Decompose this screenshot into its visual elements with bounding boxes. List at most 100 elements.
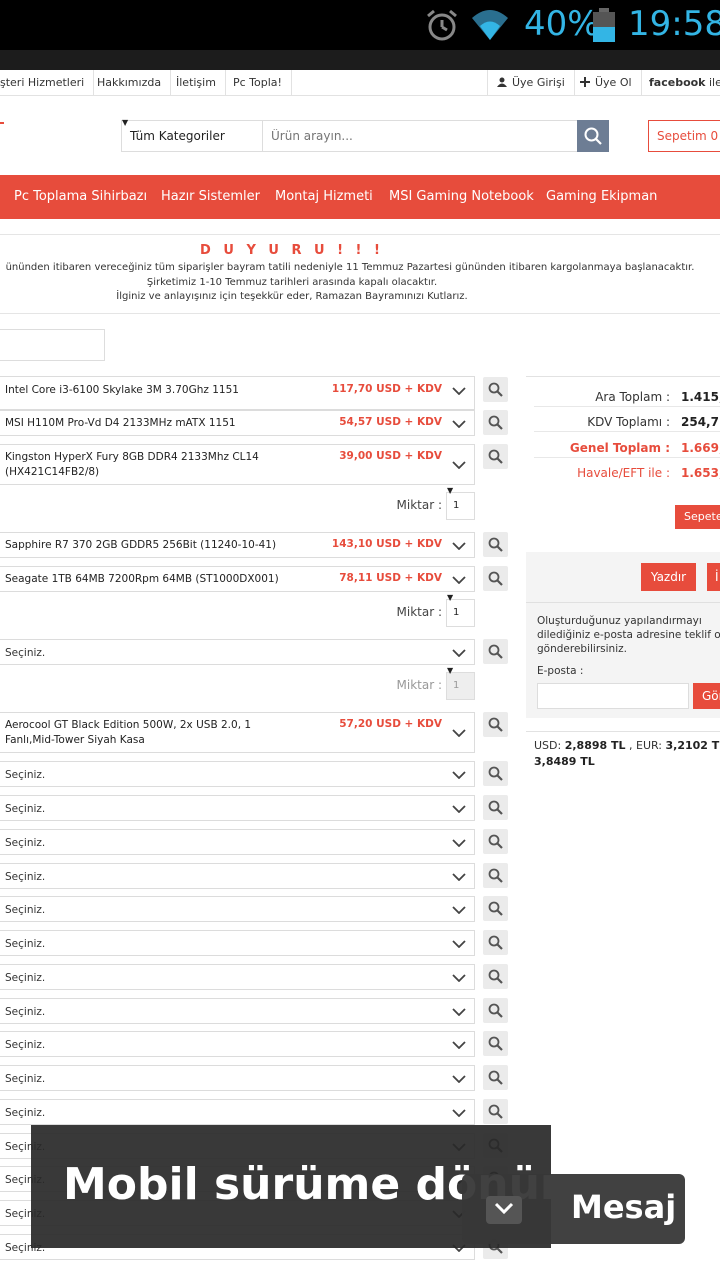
print-button[interactable]: Yazdır xyxy=(641,563,696,591)
component-row-empty[interactable]: Seçiniz. xyxy=(0,964,475,990)
quantity-value: 1 xyxy=(453,680,460,691)
message-button[interactable]: Mesaj xyxy=(462,1174,685,1244)
facebook-bold: facebook xyxy=(649,76,706,89)
search-icon xyxy=(488,644,503,659)
component-row-empty[interactable]: Seçiniz. xyxy=(0,863,475,889)
add-to-cart-button[interactable]: Sepete xyxy=(675,505,720,529)
search-input[interactable] xyxy=(262,120,578,152)
component-price: 117,70 USD + KDV xyxy=(331,383,442,395)
component-price: 143,10 USD + KDV xyxy=(331,538,442,550)
search-icon xyxy=(488,901,503,916)
email-field[interactable] xyxy=(537,683,689,709)
config-name-input[interactable] xyxy=(0,329,105,361)
component-search-button[interactable] xyxy=(483,829,508,854)
component-search-button[interactable] xyxy=(483,712,508,737)
battery-percent: 40% xyxy=(524,4,600,44)
nav-msi-notebook[interactable]: MSI Gaming Notebook xyxy=(389,175,534,219)
component-row-case[interactable]: Aerocool GT Black Edition 500W, 2x USB 2… xyxy=(0,712,475,753)
component-search-button[interactable] xyxy=(483,1099,508,1124)
toplink-about[interactable]: Hakkımızda xyxy=(88,70,172,96)
third-rate: 3,8489 TL xyxy=(534,755,595,768)
component-row-ssd[interactable]: Seçiniz. xyxy=(0,639,475,665)
component-name-line2: Fanlı,Mid-Tower Siyah Kasa xyxy=(5,734,145,746)
divider xyxy=(526,602,720,603)
quantity-label: Miktar : xyxy=(396,678,443,692)
component-row-ram[interactable]: Kingston HyperX Fury 8GB DDR4 2133Mhz CL… xyxy=(0,444,475,485)
component-search-button[interactable] xyxy=(483,566,508,591)
facebook-login-link[interactable]: facebook ile h xyxy=(640,70,720,96)
component-search-button[interactable] xyxy=(483,639,508,664)
component-search-button[interactable] xyxy=(483,998,508,1023)
component-select-placeholder: Seçiniz. xyxy=(5,1006,46,1018)
toplink-customer-service[interactable]: şteri Hizmetleri xyxy=(0,70,95,96)
component-search-button[interactable] xyxy=(483,795,508,820)
summary-total: Genel Toplam : 1.669,7 xyxy=(534,438,720,458)
component-row-motherboard[interactable]: MSI H110M Pro-Vd D4 2133MHz mATX 1151 54… xyxy=(0,410,475,436)
quantity-select[interactable]: ▼ 1 xyxy=(446,594,475,627)
component-search-button[interactable] xyxy=(483,532,508,557)
search-button[interactable] xyxy=(577,120,609,152)
logo-fragment xyxy=(0,122,4,124)
component-row-empty[interactable]: Seçiniz. xyxy=(0,896,475,922)
search-icon xyxy=(488,800,503,815)
component-search-button[interactable] xyxy=(483,410,508,435)
component-row-empty[interactable]: Seçiniz. xyxy=(0,795,475,821)
component-name: Intel Core i3-6100 Skylake 3M 3.70Ghz 11… xyxy=(5,384,239,396)
toplink-contact[interactable]: İletişim xyxy=(167,70,226,96)
chevron-down-icon xyxy=(452,1041,466,1049)
register-link[interactable]: Üye Ol xyxy=(571,70,642,96)
hdd-quantity: Miktar : ▼ 1 xyxy=(0,594,475,629)
component-row-empty[interactable]: Seçiniz. xyxy=(0,1099,475,1125)
component-row-empty[interactable]: Seçiniz. xyxy=(0,1031,475,1057)
secondary-button[interactable]: İ xyxy=(707,563,720,591)
transfer-label: Havale/EFT ile : xyxy=(577,466,670,480)
summary-subtotal: Ara Toplam : 1.415,0 xyxy=(534,387,720,407)
nav-assembly[interactable]: Montaj Hizmeti xyxy=(275,175,373,219)
component-search-button[interactable] xyxy=(483,896,508,921)
component-row-empty[interactable]: Seçiniz. xyxy=(0,1065,475,1091)
component-name: MSI H110M Pro-Vd D4 2133MHz mATX 1151 xyxy=(5,417,236,429)
component-search-button[interactable] xyxy=(483,964,508,989)
component-search-button[interactable] xyxy=(483,377,508,402)
chevron-down-icon xyxy=(452,420,466,428)
chevron-down-icon xyxy=(452,1075,466,1083)
search-icon xyxy=(488,537,503,552)
usd-rate: 2,8898 TL xyxy=(564,739,626,752)
component-row-empty[interactable]: Seçiniz. xyxy=(0,829,475,855)
search-icon xyxy=(488,382,503,397)
total-label: Genel Toplam : xyxy=(569,441,670,455)
component-row-empty[interactable]: Seçiniz. xyxy=(0,998,475,1024)
nav-pc-wizard[interactable]: Pc Toplama Sihirbazı xyxy=(14,175,147,219)
component-search-button[interactable] xyxy=(483,863,508,888)
quantity-label: Miktar : xyxy=(396,605,443,619)
share-box: Yazdır İ Oluşturduğunuz yapılandırmayı d… xyxy=(526,552,720,718)
quantity-select[interactable]: ▼ 1 xyxy=(446,487,475,520)
eur-label: , EUR: xyxy=(625,739,666,752)
plus-icon xyxy=(580,77,590,87)
component-search-button[interactable] xyxy=(483,1031,508,1056)
component-search-button[interactable] xyxy=(483,1065,508,1090)
send-button[interactable]: Gön xyxy=(693,683,720,709)
cart-button[interactable]: Sepetim 0 xyxy=(648,120,720,152)
component-search-button[interactable] xyxy=(483,930,508,955)
chevron-down-icon xyxy=(452,461,466,469)
component-row-cpu[interactable]: Intel Core i3-6100 Skylake 3M 3.70Ghz 11… xyxy=(0,376,475,410)
email-label: E-posta : xyxy=(537,665,584,677)
component-row-hdd[interactable]: Seagate 1TB 64MB 7200Rpm 64MB (ST1000DX0… xyxy=(0,566,475,592)
component-search-button[interactable] xyxy=(483,444,508,469)
eur-rate: 3,2102 TL xyxy=(665,739,720,752)
component-row-gpu[interactable]: Sapphire R7 370 2GB GDDR5 256Bit (11240-… xyxy=(0,532,475,558)
login-link[interactable]: Üye Girişi xyxy=(487,70,575,96)
component-search-button[interactable] xyxy=(483,761,508,786)
component-select-placeholder: Seçiniz. xyxy=(5,972,46,984)
top-links-bar: şteri Hizmetleri Hakkımızda İletişim Pc … xyxy=(0,70,720,96)
toplink-pc-topla[interactable]: Pc Topla! xyxy=(224,70,292,96)
category-select[interactable]: ▼ Tüm Kategoriler xyxy=(121,119,263,152)
nav-gaming-gear[interactable]: Gaming Ekipman xyxy=(546,175,657,219)
nav-ready-systems[interactable]: Hazır Sistemler xyxy=(161,175,260,219)
component-row-empty[interactable]: Seçiniz. xyxy=(0,761,475,787)
component-row-empty[interactable]: Seçiniz. xyxy=(0,930,475,956)
status-bar: 40% 19:58 xyxy=(0,0,720,50)
quantity-select[interactable]: ▼ 1 xyxy=(446,667,475,700)
vat-value: 254,7 xyxy=(681,415,719,429)
